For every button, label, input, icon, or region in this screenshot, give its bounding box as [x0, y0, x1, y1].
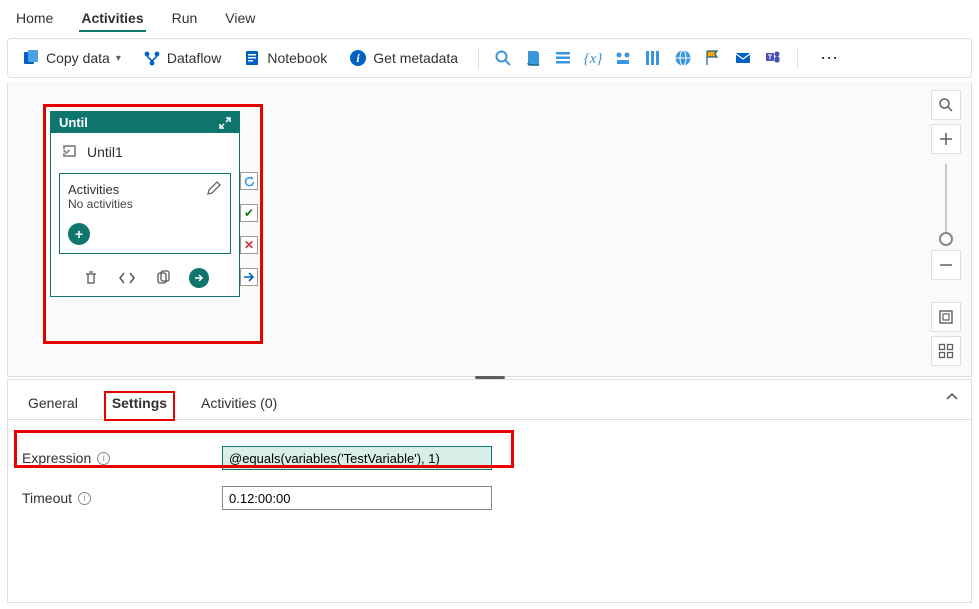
activity-name-text: Until1 [87, 144, 123, 160]
teams-icon[interactable]: T [763, 48, 783, 68]
timeout-row: Timeout i [22, 480, 957, 516]
port-fail[interactable]: ✕ [240, 236, 258, 254]
tab-view[interactable]: View [223, 6, 257, 30]
globe-icon[interactable] [673, 48, 693, 68]
zoom-slider[interactable] [945, 164, 947, 244]
top-menu: Home Activities Run View [0, 0, 979, 34]
notebook-button[interactable]: Notebook [237, 45, 333, 71]
run-icon[interactable] [189, 268, 209, 288]
port-success[interactable]: ✔ [240, 204, 258, 222]
timeout-input[interactable] [222, 486, 492, 510]
zoom-slider-thumb[interactable] [939, 232, 953, 246]
info-circle-icon: i [349, 49, 367, 67]
chart-icon[interactable] [613, 48, 633, 68]
loop-icon [61, 143, 79, 161]
timeout-label: Timeout i [22, 490, 222, 506]
copy-icon[interactable] [153, 268, 173, 288]
collapse-panel-icon[interactable] [945, 390, 959, 404]
info-icon[interactable]: i [78, 492, 91, 505]
mail-icon[interactable] [733, 48, 753, 68]
dataflow-button[interactable]: Dataflow [137, 45, 227, 71]
toolbar-separator-2 [797, 47, 798, 69]
expand-icon[interactable] [219, 117, 231, 129]
dataflow-label: Dataflow [167, 50, 221, 66]
pipeline-canvas[interactable]: Until Until1 Activities No activities + [7, 82, 972, 377]
copy-data-label: Copy data [46, 50, 110, 66]
expression-row: Expression i [22, 440, 957, 476]
settings-form: Expression i Timeout i [8, 420, 971, 540]
dataflow-icon [143, 49, 161, 67]
tab-settings[interactable]: Settings [104, 391, 175, 421]
tab-activities-count[interactable]: Activities (0) [195, 391, 283, 421]
notebook-label: Notebook [267, 50, 327, 66]
activity-header[interactable]: Until [51, 112, 239, 133]
port-retry[interactable] [240, 172, 258, 190]
zoom-out-button[interactable] [931, 250, 961, 280]
get-metadata-button[interactable]: i Get metadata [343, 45, 464, 71]
script-icon[interactable] [523, 48, 543, 68]
properties-panel: General Settings Activities (0) Expressi… [7, 379, 972, 603]
notebook-icon [243, 49, 261, 67]
activity-ports: ✔ ✕ [240, 172, 258, 286]
flag-icon[interactable] [703, 48, 723, 68]
chevron-down-icon: ▾ [116, 53, 121, 64]
ribbon-toolbar: Copy data ▾ Dataflow Notebook i Get meta… [7, 38, 972, 78]
edit-icon[interactable] [206, 180, 222, 196]
more-button[interactable]: ⋯ [812, 48, 849, 69]
activity-name-row[interactable]: Until1 [51, 133, 239, 173]
list-icon[interactable] [553, 48, 573, 68]
panel-resize-handle[interactable] [475, 376, 505, 382]
inner-activities-box[interactable]: Activities No activities + [59, 173, 231, 254]
tab-home[interactable]: Home [14, 6, 55, 30]
minimap-button[interactable] [931, 336, 961, 366]
zoom-in-button[interactable] [931, 124, 961, 154]
variable-icon[interactable]: {x} [583, 48, 603, 68]
get-metadata-label: Get metadata [373, 50, 458, 66]
info-icon[interactable]: i [97, 452, 110, 465]
expression-label: Expression i [22, 450, 222, 466]
property-tabs: General Settings Activities (0) [8, 380, 971, 420]
activity-type-label: Until [59, 115, 88, 130]
tab-activities[interactable]: Activities [79, 6, 145, 32]
inner-activities-title: Activities [68, 182, 222, 197]
svg-text:T: T [768, 55, 773, 62]
until-activity[interactable]: Until Until1 Activities No activities + [50, 111, 240, 297]
toolbar-separator [478, 47, 479, 69]
search-icon[interactable] [493, 48, 513, 68]
fit-screen-button[interactable] [931, 302, 961, 332]
canvas-search-icon[interactable] [931, 90, 961, 120]
activity-footer-toolbar [51, 262, 239, 296]
code-icon[interactable] [117, 268, 137, 288]
svg-text:{x}: {x} [584, 51, 602, 67]
port-skip[interactable] [240, 268, 258, 286]
zoom-controls [929, 90, 963, 370]
expression-input[interactable] [222, 446, 492, 470]
tab-general[interactable]: General [22, 391, 84, 421]
tab-run[interactable]: Run [170, 6, 200, 30]
inner-activities-sub: No activities [68, 197, 222, 211]
copy-data-button[interactable]: Copy data ▾ [16, 45, 127, 71]
grid-icon[interactable] [643, 48, 663, 68]
add-activity-button[interactable]: + [68, 223, 90, 245]
copy-data-icon [22, 49, 40, 67]
delete-icon[interactable] [81, 268, 101, 288]
